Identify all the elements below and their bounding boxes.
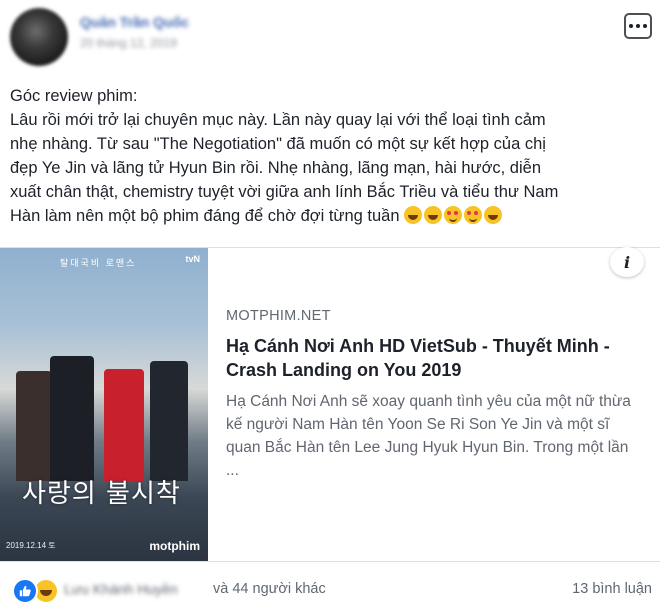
dot-icon <box>643 24 647 28</box>
poster-channel-logo: tvN <box>185 254 200 264</box>
info-icon[interactable]: i <box>610 247 644 277</box>
more-options-button[interactable] <box>624 13 652 39</box>
post-text-line: nhẹ nhàng. Từ sau "The Negotiation" đã m… <box>10 135 546 153</box>
thumbs-up-icon <box>19 585 31 597</box>
post-text-line: xuất chân thật, chemistry tuyệt vời giữa… <box>10 183 559 201</box>
post-header: Quân Trần Quốc 20 tháng 12, 2019 <box>0 0 660 80</box>
post-body: Góc review phim: Lâu rồi mới trở lại chu… <box>10 84 650 228</box>
post-text-line: Lâu rồi mới trở lại chuyên mục này. Lần … <box>10 111 546 129</box>
post-timestamp[interactable]: 20 tháng 12, 2019 <box>80 36 177 50</box>
link-domain: MOTPHIM.NET <box>226 308 331 324</box>
link-title[interactable]: Hạ Cánh Nơi Anh HD VietSub - Thuyết Minh… <box>226 334 636 382</box>
smiling-hearts-emoji-icon <box>463 206 482 224</box>
poster-figure <box>150 361 188 481</box>
dot-icon <box>636 24 640 28</box>
rofl-emoji-icon <box>423 206 442 224</box>
poster-watermark: motphim <box>149 539 200 553</box>
author-name[interactable]: Quân Trần Quốc <box>80 14 189 30</box>
poster-date: 2019.12.14 토 <box>6 541 56 550</box>
reaction-count[interactable]: và 44 người khác <box>213 581 326 597</box>
poster-figure <box>16 371 52 481</box>
comment-count[interactable]: 13 bình luận <box>572 581 652 597</box>
post-text-line: Góc review phim: <box>10 87 138 105</box>
movie-poster-image[interactable]: 탈대국비 로맨스 tvN 사랑의 불시착 2019.12.14 토 motphi… <box>0 248 208 561</box>
post-text-line-last: Hàn làm nên một bộ phim đáng để chờ đợi … <box>10 204 650 228</box>
poster-figure <box>50 356 94 481</box>
link-preview-card[interactable]: 탈대국비 로맨스 tvN 사랑의 불시착 2019.12.14 토 motphi… <box>0 247 660 562</box>
post-text-line: đẹp Ye Jin và lãng tử Hyun Bin rồi. Nhẹ … <box>10 159 541 177</box>
smiling-hearts-emoji-icon <box>443 206 462 224</box>
link-description: Hạ Cánh Nơi Anh sẽ xoay quanh tình yêu c… <box>226 393 631 479</box>
dot-icon <box>629 24 633 28</box>
like-reaction-icon[interactable] <box>12 578 38 604</box>
poster-tagline: 탈대국비 로맨스 <box>60 258 137 268</box>
rofl-emoji-icon <box>403 206 422 224</box>
liker-name[interactable]: Lưu Khánh Huyền <box>64 581 178 597</box>
poster-figure <box>104 369 144 481</box>
post-text-segment: Hàn làm nên một bộ phim đáng để chờ đợi … <box>10 207 400 225</box>
emoji-row <box>403 206 502 224</box>
joy-emoji-icon <box>483 206 502 224</box>
poster-korean-title: 사랑의 불시착 <box>22 479 181 509</box>
reactions-bar: Lưu Khánh Huyền và 44 người khác 13 bình… <box>0 570 660 607</box>
author-avatar[interactable] <box>10 8 68 66</box>
link-card-body[interactable]: MOTPHIM.NET Hạ Cánh Nơi Anh HD VietSub -… <box>226 308 636 482</box>
